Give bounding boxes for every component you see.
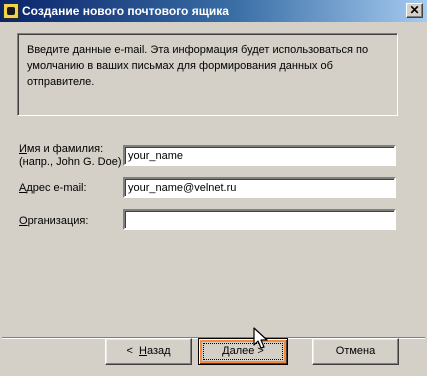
focus-rect bbox=[203, 343, 283, 360]
name-label: Имя и фамилия: (напр., John G. Doe) bbox=[19, 143, 122, 168]
email-input[interactable]: your_name@velnet.ru bbox=[123, 177, 396, 198]
app-logo-icon bbox=[3, 3, 19, 19]
name-hint: (напр., John G. Doe) bbox=[19, 156, 122, 168]
new-mailbox-dialog: Создание нового почтового ящика ✕ Введит… bbox=[0, 0, 427, 376]
cancel-button[interactable]: Отмена bbox=[312, 338, 399, 365]
window-title: Создание нового почтового ящика bbox=[22, 4, 229, 18]
mouse-cursor-icon bbox=[253, 327, 268, 349]
organization-label: Организация: bbox=[19, 215, 89, 227]
next-button[interactable]: Далее > bbox=[198, 338, 288, 365]
info-panel: Введите данные e-mail. Эта информация бу… bbox=[17, 33, 398, 116]
name-input[interactable]: your_name bbox=[123, 145, 396, 166]
close-icon: ✕ bbox=[409, 3, 420, 17]
dialog-body: Введите данные e-mail. Эта информация бу… bbox=[2, 22, 425, 374]
title-bar[interactable]: Создание нового почтового ящика ✕ bbox=[0, 0, 427, 22]
back-button[interactable]: < Назад bbox=[105, 338, 192, 365]
organization-input[interactable] bbox=[123, 209, 396, 230]
info-text: Введите данные e-mail. Эта информация бу… bbox=[27, 44, 369, 88]
close-button[interactable]: ✕ bbox=[406, 3, 423, 18]
email-label: Адрес e-mail: bbox=[19, 182, 87, 194]
